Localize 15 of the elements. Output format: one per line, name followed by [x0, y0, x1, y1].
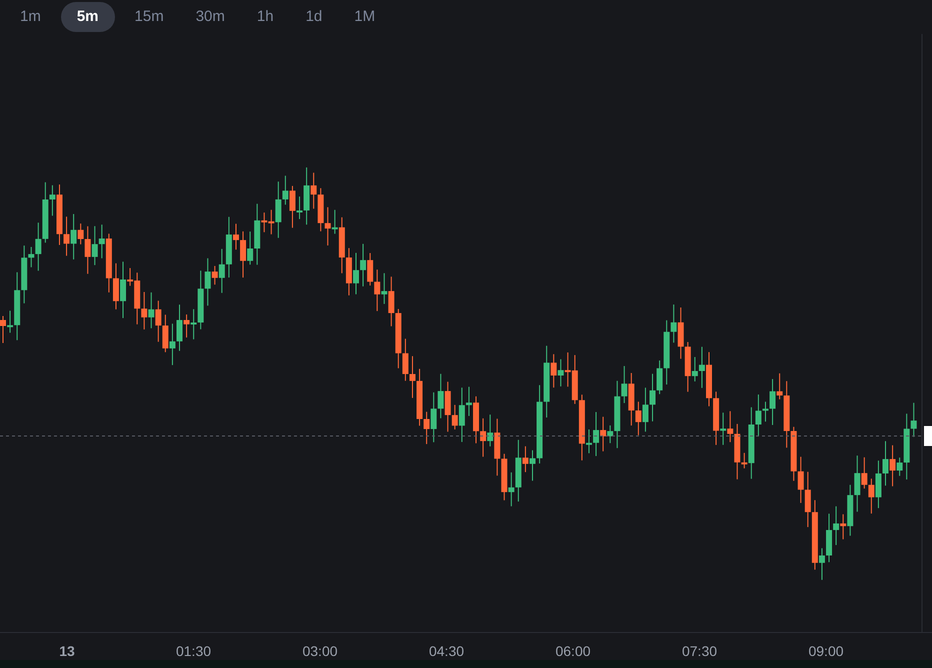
- interval-tab[interactable]: 5m: [60, 2, 115, 32]
- time-axis-label: 03:00: [302, 642, 338, 661]
- interval-tab[interactable]: 1m: [8, 2, 53, 32]
- interval-tab[interactable]: 1M: [342, 2, 388, 32]
- time-axis-label: 04:30: [428, 642, 464, 661]
- interval-tab[interactable]: 30m: [184, 2, 237, 32]
- interval-tab[interactable]: 1h: [244, 2, 286, 32]
- time-axis-label: 06:00: [555, 642, 591, 661]
- price-tag: [924, 426, 932, 446]
- time-axis-label: 09:00: [808, 642, 844, 661]
- interval-tab[interactable]: 15m: [122, 2, 176, 32]
- interval-tab[interactable]: 1d: [294, 2, 334, 32]
- time-axis-label: 13: [59, 642, 75, 661]
- time-axis-label: 07:30: [682, 642, 718, 661]
- time-axis-label: 01:30: [176, 642, 212, 661]
